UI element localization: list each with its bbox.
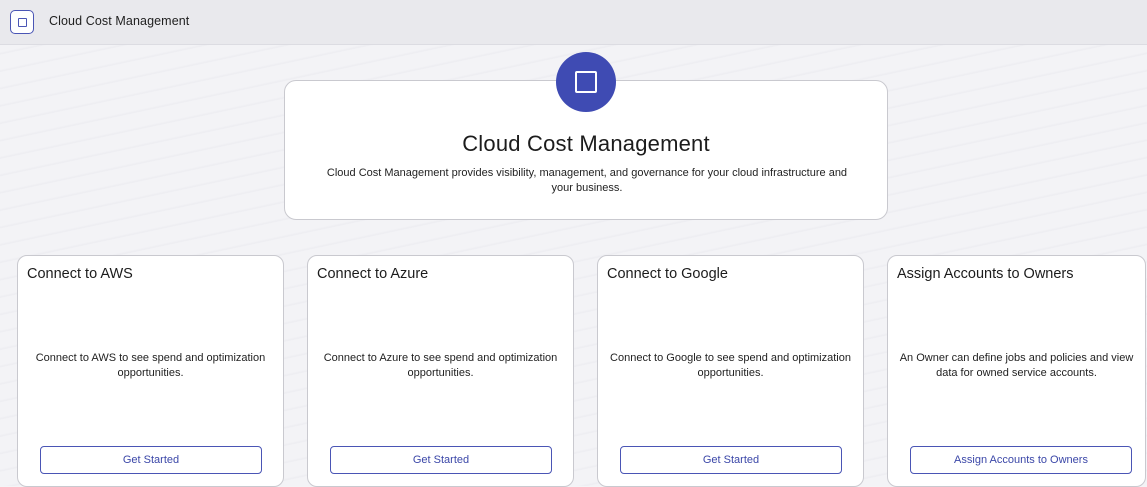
card-title: Assign Accounts to Owners xyxy=(897,266,1074,282)
card-title: Connect to AWS xyxy=(27,266,133,282)
square-icon xyxy=(575,71,597,93)
get-started-google-button[interactable]: Get Started xyxy=(620,446,842,474)
card-connect-google: Connect to Google Connect to Google to s… xyxy=(597,255,864,487)
get-started-azure-button[interactable]: Get Started xyxy=(330,446,552,474)
card-description: An Owner can define jobs and policies an… xyxy=(899,352,1134,379)
card-description: Connect to Google to see spend and optim… xyxy=(610,352,851,379)
card-title: Connect to Azure xyxy=(317,266,429,282)
card-connect-aws: Connect to AWS Connect to AWS to see spe… xyxy=(17,255,284,487)
card-assign-owners: Assign Accounts to Owners An Owner can d… xyxy=(887,255,1146,487)
app-title: Cloud Cost Management xyxy=(49,14,190,28)
card-title: Connect to Google xyxy=(607,266,728,282)
app-menu-button[interactable] xyxy=(10,10,34,34)
card-connect-azure: Connect to Azure Connect to Azure to see… xyxy=(307,255,574,487)
hero-badge xyxy=(556,52,616,112)
hero-description: Cloud Cost Management provides visibilit… xyxy=(326,167,848,194)
card-description: Connect to Azure to see spend and optimi… xyxy=(323,352,558,379)
get-started-aws-button[interactable]: Get Started xyxy=(40,446,262,474)
square-icon xyxy=(17,17,27,27)
hero-title: Cloud Cost Management xyxy=(462,131,710,156)
card-description: Connect to AWS to see spend and optimiza… xyxy=(35,352,266,379)
assign-accounts-button[interactable]: Assign Accounts to Owners xyxy=(910,446,1132,474)
top-bar: Cloud Cost Management xyxy=(0,0,1147,45)
